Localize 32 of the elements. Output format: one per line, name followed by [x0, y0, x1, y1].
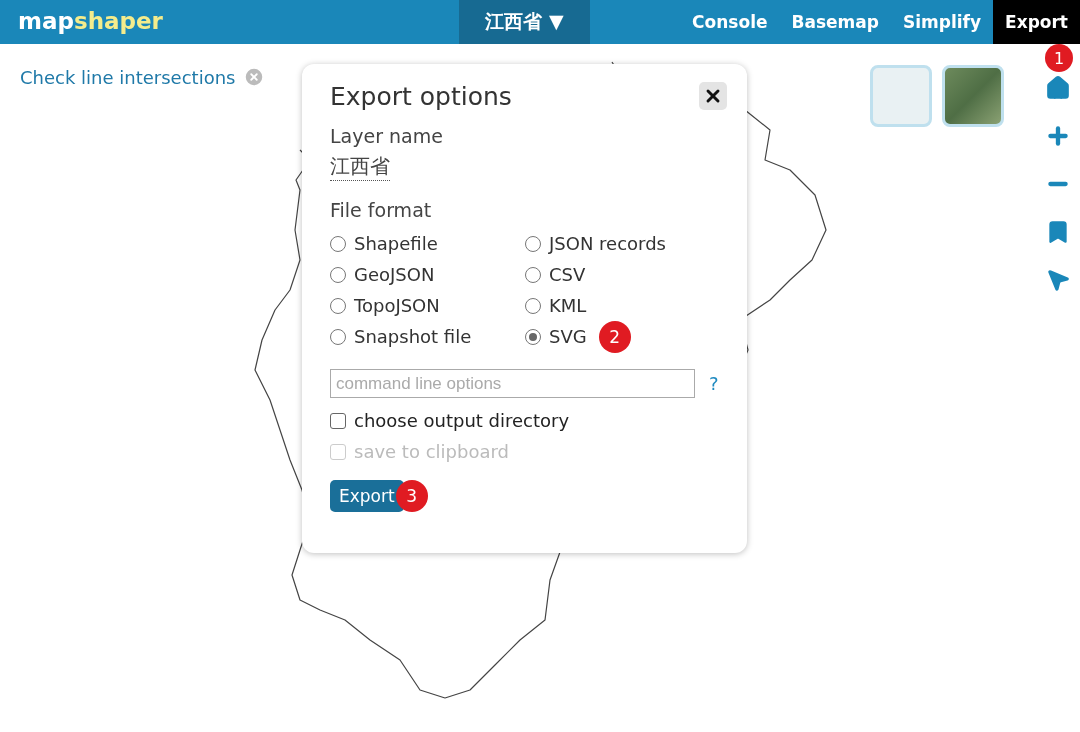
nav-tab[interactable]: Simplify [890, 0, 994, 44]
format-radio-option[interactable]: KML [525, 295, 587, 316]
format-radio-option[interactable]: CSV [525, 264, 586, 285]
app-logo: mapshaper [17, 7, 164, 36]
street-map-thumbnail[interactable] [870, 65, 932, 127]
home-icon[interactable] [1045, 75, 1071, 101]
format-radio-option[interactable]: Shapefile [330, 233, 438, 254]
layer-name-value[interactable]: 江西省 [330, 153, 390, 181]
format-radio-option[interactable]: GeoJSON [330, 264, 435, 285]
layer-name-label: Layer name [330, 125, 444, 147]
nav-tab[interactable]: Console [680, 0, 780, 44]
help-link[interactable]: ? [709, 373, 719, 394]
pointer-icon[interactable] [1045, 267, 1071, 293]
layer-menu[interactable]: 江西省 ▼ [459, 0, 590, 44]
file-format-label: File format [330, 199, 433, 221]
close-button[interactable] [699, 82, 727, 110]
checkbox-option[interactable]: choose output directory [330, 410, 719, 431]
zoom-in-icon[interactable] [1045, 123, 1071, 149]
format-radio-option[interactable]: JSON records [525, 233, 666, 254]
export-button[interactable]: Export [330, 480, 404, 512]
options-input[interactable]: command line options [330, 369, 695, 398]
callout-badge: 1 [1045, 44, 1074, 72]
nav-tab[interactable]: Basemap [779, 0, 891, 44]
callout-badge: 2 [598, 321, 631, 353]
satellite-thumbnail[interactable] [942, 65, 1004, 127]
format-radio-option[interactable]: TopoJSON [330, 295, 440, 316]
format-radio-option[interactable]: Snapshot file [330, 326, 472, 347]
format-radio-option[interactable]: SVG [525, 326, 587, 347]
dialog-title: Export options [330, 82, 512, 111]
nav-tab[interactable]: Export [993, 0, 1080, 44]
checkbox[interactable] [330, 412, 346, 429]
notice-text: Check line intersections [20, 66, 236, 88]
